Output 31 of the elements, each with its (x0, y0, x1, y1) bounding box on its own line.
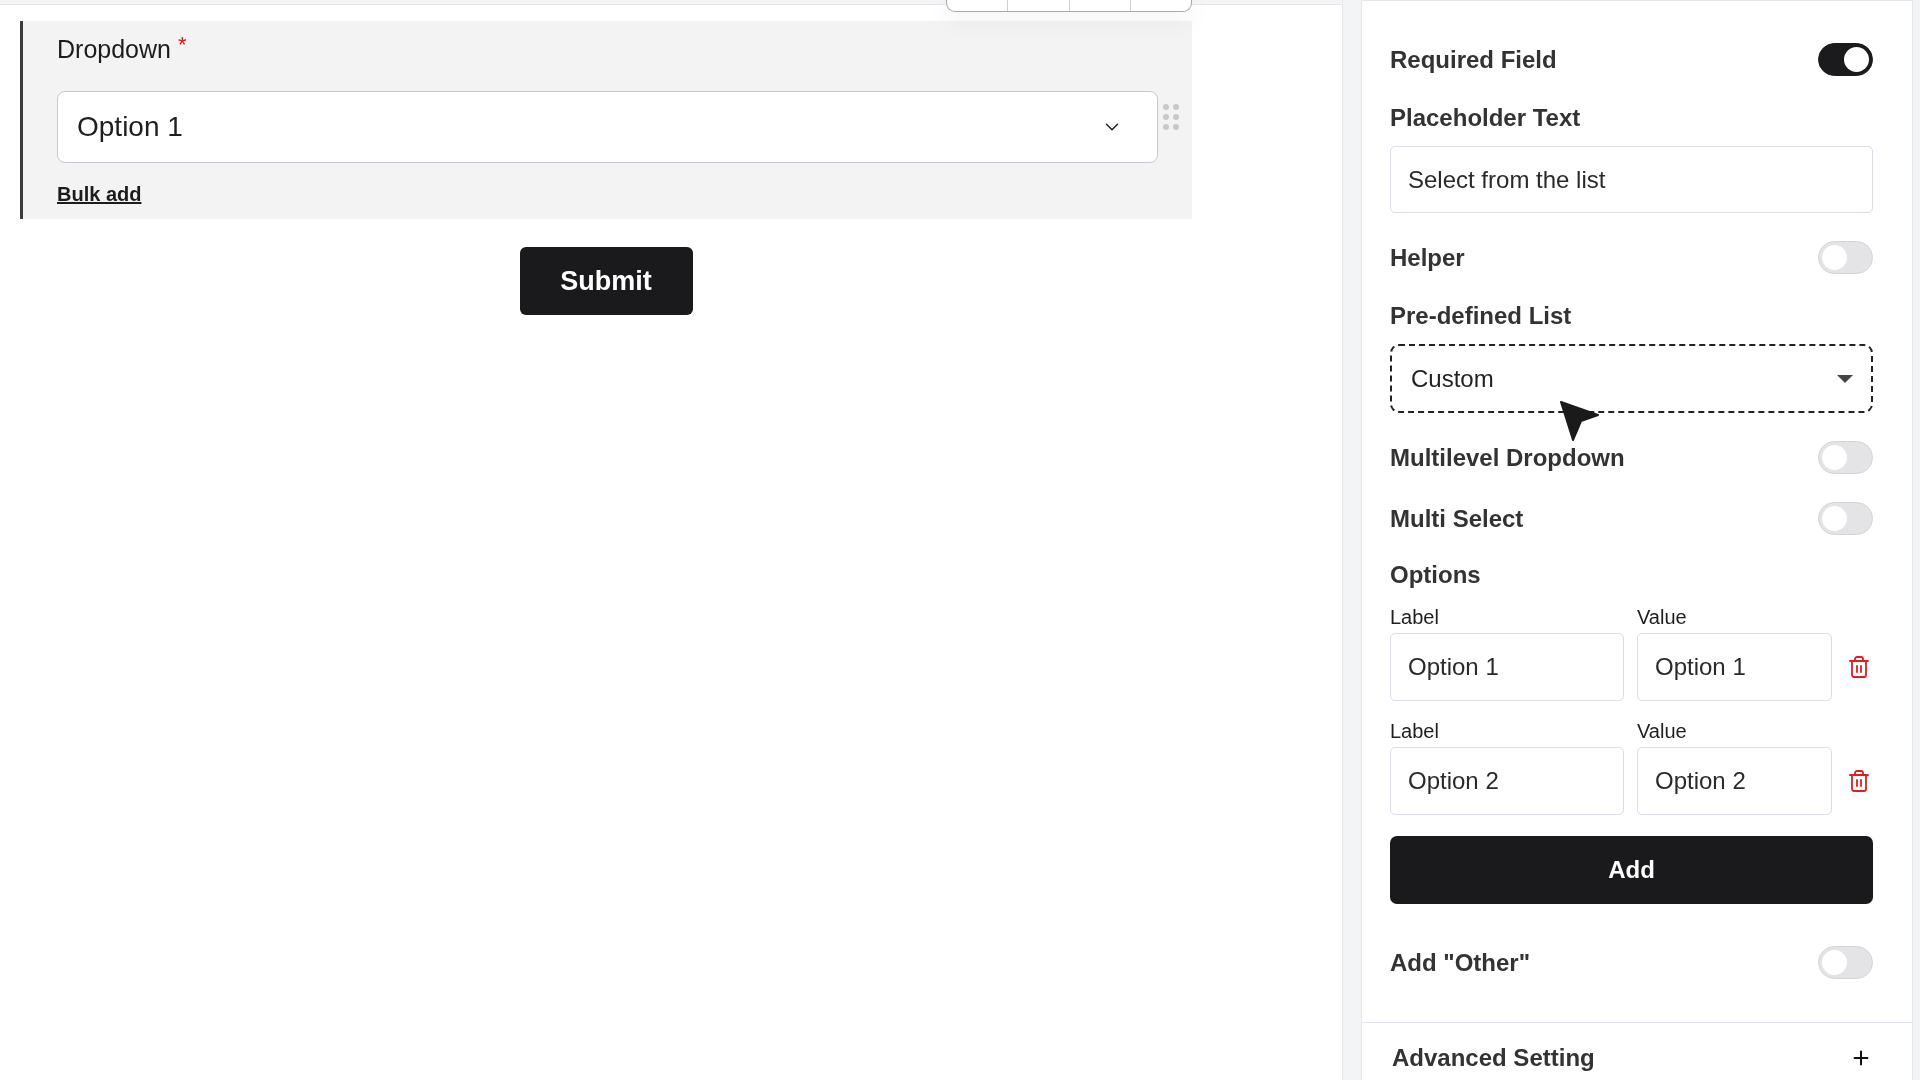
field-label: Dropdown (57, 34, 171, 64)
dropdown-select[interactable]: Option 1 (57, 91, 1158, 163)
placeholder-text-field[interactable]: Select from the list (1390, 146, 1873, 213)
setting-label: Placeholder Text (1390, 104, 1581, 132)
option-label-input[interactable]: Option 1 (1390, 633, 1624, 701)
drag-handle-icon[interactable] (1163, 104, 1179, 130)
setting-label: Required Field (1390, 45, 1557, 74)
bulk-add-link[interactable]: Bulk add (57, 182, 142, 206)
label-column-caption: Label (1390, 605, 1440, 629)
delete-trash-icon[interactable] (1847, 768, 1871, 794)
options-heading: Options (1390, 561, 1481, 589)
list-select[interactable]: Custom (1390, 344, 1873, 413)
advanced-setting-header[interactable]: Advanced Setting (1392, 1044, 1872, 1072)
caret-down-icon (1837, 374, 1853, 383)
setting-label: Add "Other" (1390, 948, 1531, 977)
toggle-switch[interactable] (1818, 43, 1873, 76)
option-value-input[interactable]: Option 2 (1637, 747, 1832, 815)
setting-label: Multi Select (1390, 504, 1524, 533)
label-column-caption: Label (1390, 719, 1440, 743)
setting-label: Helper (1390, 243, 1465, 272)
add-option-button[interactable]: Add (1390, 836, 1873, 904)
option-label-input[interactable]: Option 2 (1390, 747, 1624, 815)
value-column-caption: Value (1637, 605, 1687, 629)
pointer-cursor-icon (1560, 401, 1599, 441)
option-value-input[interactable]: Option 1 (1637, 633, 1832, 701)
setting-label: Pre-defined List (1390, 302, 1572, 330)
required-asterisk: * (177, 34, 187, 56)
value-column-caption: Value (1637, 719, 1687, 743)
setting-label: Multilevel Dropdown (1390, 443, 1625, 472)
submit-button[interactable]: Submit (519, 247, 693, 315)
delete-trash-icon[interactable] (1847, 654, 1871, 680)
